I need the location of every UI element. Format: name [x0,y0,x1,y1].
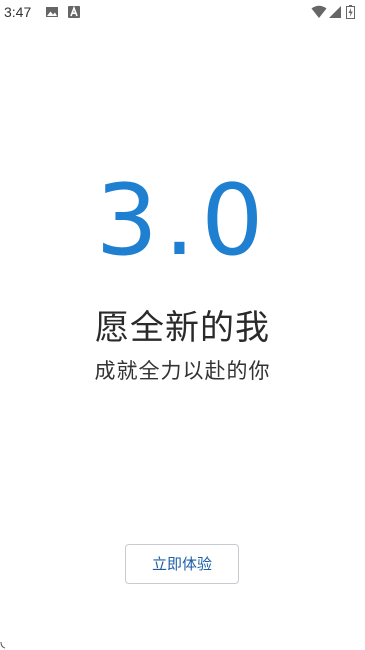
battery-icon [346,5,355,19]
subline: 成就全力以赴的你 [94,359,271,383]
signal-icon [329,6,341,18]
status-time: 3:47 [4,4,32,20]
version-number: 3.0 [95,164,270,278]
a-letter-icon [68,5,80,18]
image-icon [46,7,58,17]
corner-mark-icon [0,641,6,649]
wifi-icon [311,5,327,18]
status-bar: 3:47 [0,0,365,24]
headline: 愿全新的我 [95,308,270,348]
try-now-button[interactable]: 立即体验 [125,544,239,584]
